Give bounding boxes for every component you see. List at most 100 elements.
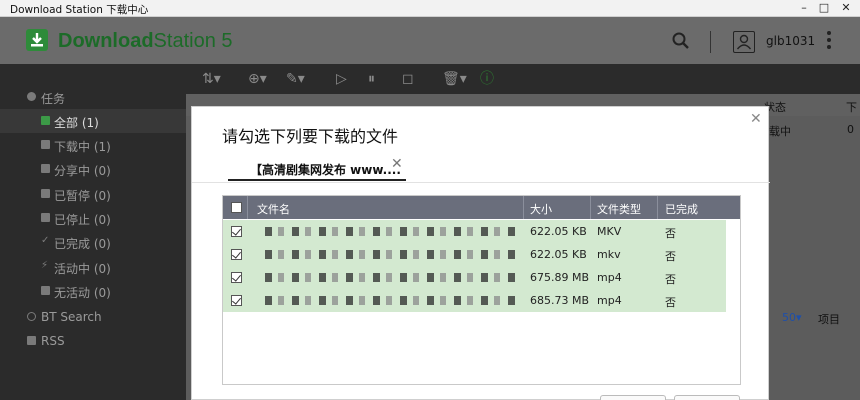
download-arrow-icon: [41, 140, 50, 149]
file-done: 否: [665, 227, 676, 240]
file-row[interactable]: 622.05 KB mkv 否: [223, 243, 726, 266]
file-table: 文件名 大小 文件类型 已完成 622.05 KB MKV 否 622.05 K…: [222, 195, 741, 385]
maximize-button[interactable]: □: [816, 1, 832, 15]
rss-icon: [27, 336, 36, 345]
sort-icon[interactable]: ⇅▾: [202, 71, 221, 87]
file-checkbox[interactable]: [231, 272, 242, 283]
tools-icon[interactable]: ✎▾: [286, 71, 305, 87]
sidebar-item-label: 已完成 (0): [54, 237, 111, 251]
file-size: 622.05 KB: [530, 248, 587, 261]
logo-rest: Station 5: [153, 30, 233, 52]
window-title: Download Station 下载中心: [10, 4, 149, 16]
tab-close-icon[interactable]: ✕: [391, 156, 403, 172]
sidebar: 任务 全部 (1) 下载中 (1) 分享中 (0) 已暂停 (0) 已停止 (0…: [0, 64, 190, 400]
blurred-filename: [265, 250, 515, 259]
grid-icon: [41, 116, 50, 125]
task-status-value: 载中: [769, 125, 791, 138]
info-icon[interactable]: ⓘ: [480, 71, 494, 87]
sidebar-item-completed[interactable]: ✓ 已完成 (0): [0, 230, 190, 254]
file-select-dialog: ✕ 请勾选下列要下载的文件 【高清剧集网发布 www.... ✕ 文件名 大小 …: [191, 106, 770, 400]
check-icon: ✓: [41, 235, 50, 246]
torrent-tab-label: 【高清剧集网发布 www....: [250, 163, 401, 177]
file-row[interactable]: 685.73 MB mp4 否: [223, 289, 726, 312]
name-column-header[interactable]: 文件名: [257, 201, 290, 217]
play-icon[interactable]: ▷: [336, 71, 347, 87]
file-done: 否: [665, 296, 676, 309]
page-size-select[interactable]: 50▾: [782, 311, 802, 324]
file-done: 否: [665, 250, 676, 263]
header-separator: [657, 196, 658, 219]
sidebar-item-label: 活动中 (0): [54, 262, 111, 276]
sidebar-section-label: 任务: [41, 92, 66, 106]
sidebar-item-label: RSS: [41, 334, 65, 348]
header-separator: [247, 196, 248, 219]
username[interactable]: glb1031: [766, 34, 815, 48]
minimize-button[interactable]: –: [796, 1, 812, 15]
file-checkbox[interactable]: [231, 249, 242, 260]
user-avatar-icon[interactable]: [733, 31, 755, 53]
blurred-filename: [265, 273, 515, 282]
header-separator: [590, 196, 591, 219]
file-type: mp4: [597, 271, 622, 284]
sidebar-item-label: 无活动 (0): [54, 286, 111, 300]
sidebar-item-label: 已暂停 (0): [54, 189, 111, 203]
window-titlebar: Download Station 下载中心 – □ ✕: [0, 0, 860, 17]
sidebar-item-rss[interactable]: RSS: [0, 329, 190, 353]
sidebar-item-inactive[interactable]: 无活动 (0): [0, 279, 190, 303]
done-column-header[interactable]: 已完成: [665, 201, 698, 217]
file-checkbox[interactable]: [231, 295, 242, 306]
bt-search-icon: [27, 312, 36, 321]
sidebar-item-label: 分享中 (0): [54, 164, 111, 178]
sidebar-item-label: BT Search: [41, 310, 102, 324]
sidebar-item-label: 已停止 (0): [54, 213, 111, 227]
pause-icon[interactable]: ⏸: [368, 71, 375, 87]
file-type: mkv: [597, 248, 621, 261]
file-table-header: 文件名 大小 文件类型 已完成: [223, 196, 740, 219]
sidebar-item-label: 下载中 (1): [54, 140, 111, 154]
type-column-header[interactable]: 文件类型: [597, 201, 641, 217]
sidebar-item-stopped[interactable]: 已停止 (0): [0, 206, 190, 230]
sidebar-item-bt-search[interactable]: BT Search: [0, 305, 190, 329]
file-checkbox[interactable]: [231, 226, 242, 237]
search-icon[interactable]: [672, 32, 690, 50]
task-last-value: 0: [847, 123, 854, 136]
add-task-icon[interactable]: ⊕▾: [248, 71, 267, 87]
sidebar-item-active[interactable]: ⚡ 活动中 (0): [0, 255, 190, 279]
file-size: 622.05 KB: [530, 225, 587, 238]
bolt-icon: ⚡: [41, 260, 49, 271]
tasks-icon: [27, 92, 36, 101]
stop-icon[interactable]: ◻: [402, 71, 414, 87]
file-type: mp4: [597, 294, 622, 307]
torrent-tab[interactable]: 【高清剧集网发布 www....: [228, 159, 406, 181]
dialog-title: 请勾选下列要下载的文件: [222, 127, 399, 146]
dialog-close-icon[interactable]: ✕: [750, 111, 762, 127]
sidebar-item-sharing[interactable]: 分享中 (0): [0, 157, 190, 181]
header-separator: [710, 31, 711, 53]
sidebar-section-tasks[interactable]: 任务: [0, 85, 190, 109]
sidebar-item-all[interactable]: 全部 (1): [0, 109, 190, 133]
select-all-checkbox[interactable]: [231, 202, 242, 213]
upload-arrow-icon: [41, 164, 50, 173]
sidebar-item-paused[interactable]: 已暂停 (0): [0, 182, 190, 206]
close-window-button[interactable]: ✕: [838, 1, 854, 15]
file-size: 675.89 MB: [530, 271, 590, 284]
download-logo-icon: [26, 29, 48, 51]
items-label: 项目: [818, 313, 840, 326]
logo-bold: Download: [58, 30, 154, 52]
file-size: 685.73 MB: [530, 294, 590, 307]
more-options-icon[interactable]: [826, 30, 832, 50]
cancel-button[interactable]: [674, 395, 740, 400]
file-done: 否: [665, 273, 676, 286]
sidebar-item-label: 全部 (1): [54, 116, 99, 130]
stop-icon: [41, 213, 50, 222]
blurred-filename: [265, 296, 515, 305]
delete-icon[interactable]: 🗑▾: [442, 71, 467, 87]
size-column-header[interactable]: 大小: [530, 201, 552, 217]
file-type: MKV: [597, 225, 622, 238]
file-row[interactable]: 622.05 KB MKV 否: [223, 220, 726, 243]
sidebar-item-downloading[interactable]: 下载中 (1): [0, 133, 190, 157]
pause-icon: [41, 189, 50, 198]
file-row[interactable]: 675.89 MB mp4 否: [223, 266, 726, 289]
lock-icon: [41, 286, 50, 295]
confirm-button[interactable]: [600, 395, 666, 400]
